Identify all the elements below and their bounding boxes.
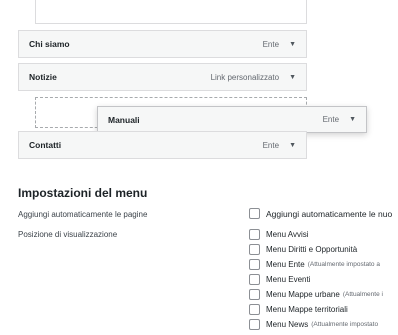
auto-add-label: Aggiungi automaticamente le pagine (18, 210, 148, 219)
menu-item-notizie[interactable]: Notizie Link personalizzato ▼ (18, 63, 307, 91)
menu-item-type: Ente (262, 140, 280, 150)
location-checkbox[interactable] (249, 304, 260, 315)
location-checkbox[interactable] (249, 319, 260, 330)
auto-add-option[interactable]: Aggiungi automaticamente le nuo (249, 208, 392, 219)
chevron-down-icon[interactable]: ▼ (289, 74, 296, 81)
location-option-label: Menu Mappe territoriali (266, 305, 348, 314)
location-option-note: (Attualmente impostato a (307, 261, 380, 268)
location-option[interactable]: Menu Mappe territoriali (249, 304, 348, 315)
location-label: Posizione di visualizzazione (18, 230, 118, 239)
menu-item-chi-siamo[interactable]: Chi siamo Ente ▼ (18, 30, 307, 58)
location-checkbox[interactable] (249, 244, 260, 255)
menu-item-title: Chi siamo (29, 39, 70, 49)
chevron-down-icon[interactable]: ▼ (349, 116, 356, 123)
settings-title: Impostazioni del menu (18, 186, 148, 200)
menu-item-type: Ente (262, 39, 280, 49)
location-option[interactable]: Menu Mappe urbane (Attualmente i (249, 289, 383, 300)
location-checkbox[interactable] (249, 274, 260, 285)
location-option[interactable]: Menu News (Attualmente impostato (249, 319, 378, 330)
location-option[interactable]: Menu Avvisi (249, 229, 309, 240)
location-option-label: Menu News (266, 320, 309, 329)
location-option-label: Menu Ente (266, 260, 305, 269)
location-option-note: (Attualmente impostato (311, 321, 379, 328)
location-option[interactable]: Menu Eventi (249, 274, 310, 285)
location-checkbox[interactable] (249, 259, 260, 270)
menu-item-type: Link personalizzato (210, 72, 280, 82)
menu-item-contatti[interactable]: Contatti Ente ▼ (18, 131, 307, 159)
location-checkbox[interactable] (249, 229, 260, 240)
menu-item-title: Notizie (29, 72, 57, 82)
menu-item-partial[interactable] (35, 0, 307, 24)
location-option-label: Menu Diritti e Opportunità (266, 245, 358, 254)
menu-item-manuali[interactable]: Manuali Ente ▼ (97, 106, 367, 133)
location-option-label: Menu Eventi (266, 275, 311, 284)
menu-item-title: Manuali (108, 114, 140, 125)
menu-item-type: Ente (322, 115, 340, 124)
location-option[interactable]: Menu Ente (Attualmente impostato a (249, 259, 380, 270)
location-option-label: Menu Mappe urbane (266, 290, 340, 299)
chevron-down-icon[interactable]: ▼ (289, 142, 296, 149)
location-option-note: (Attualmente i (342, 291, 383, 298)
auto-add-checkbox[interactable] (249, 208, 260, 219)
location-checkbox[interactable] (249, 289, 260, 300)
menu-item-title: Contatti (29, 140, 62, 150)
location-option-label: Menu Avvisi (266, 230, 309, 239)
auto-add-option-label: Aggiungi automaticamente le nuo (266, 208, 393, 219)
chevron-down-icon[interactable]: ▼ (289, 41, 296, 48)
location-option[interactable]: Menu Diritti e Opportunità (249, 244, 357, 255)
